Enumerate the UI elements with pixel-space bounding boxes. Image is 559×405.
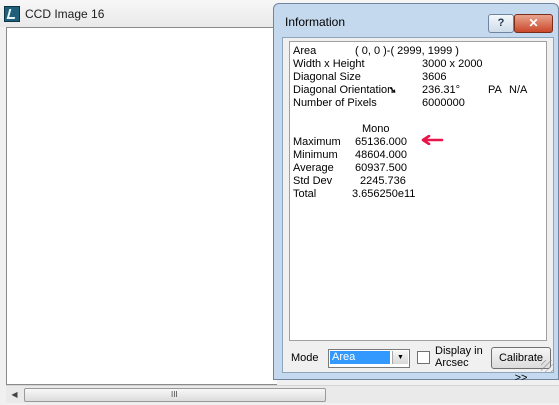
pixels-row: Number of Pixels 6000000 <box>290 97 546 110</box>
size-label: Width x Height <box>293 58 365 70</box>
resize-grip-icon[interactable] <box>541 360 553 372</box>
size-value: 3000 x 2000 <box>422 58 483 70</box>
pa-value: N/A <box>509 84 528 96</box>
diagonal-label: Diagonal Size <box>293 71 361 83</box>
scrollbar-thumb[interactable]: III <box>24 388 326 402</box>
chevron-down-icon[interactable]: ▼ <box>392 351 408 364</box>
information-panel: Area ( 0, 0 )-( 2999, 1999 ) Width x Hei… <box>289 41 547 341</box>
size-row: Width x Height 3000 x 2000 <box>290 58 546 71</box>
information-titlebar[interactable]: Information ? ✕ <box>274 4 558 34</box>
ccd-window-title: CCD Image 16 <box>25 7 105 21</box>
scroll-left-arrow-icon[interactable]: ◀ <box>6 386 23 403</box>
scrollbar-grip-icon: III <box>171 390 178 399</box>
arcsec-checkbox[interactable] <box>417 351 430 364</box>
stddev-value: 2245.736 <box>360 175 406 187</box>
diagonal-row: Diagonal Size 3606 <box>290 71 546 84</box>
total-row: Total 3.656250e11 <box>290 188 546 201</box>
orientation-label: Diagonal Orientation <box>293 84 394 96</box>
average-label: Average <box>293 162 334 174</box>
orientation-arrow-icon: ➘ <box>389 85 397 95</box>
stddev-label: Std Dev <box>293 175 333 187</box>
help-button[interactable]: ? <box>488 14 514 33</box>
total-label: Total <box>293 188 317 200</box>
image-canvas[interactable] <box>6 27 277 385</box>
mode-selected-value[interactable]: Area <box>330 351 390 364</box>
stddev-row: Std Dev 2245.736 <box>290 175 546 188</box>
information-title: Information <box>285 15 346 29</box>
pixels-label: Number of Pixels <box>293 97 377 109</box>
diagonal-value: 3606 <box>422 71 447 83</box>
total-value: 3.656250e11 <box>352 188 416 200</box>
pa-label: PA <box>488 84 502 96</box>
maximum-label: Maximum <box>293 136 341 148</box>
minimum-value: 48604.000 <box>355 149 407 161</box>
area-label: Area <box>293 45 317 57</box>
pixels-value: 6000000 <box>422 97 465 109</box>
stats-channel-heading: Mono <box>362 123 390 135</box>
maximum-value: 65136.000 <box>355 136 407 148</box>
horizontal-scrollbar[interactable]: ◀ III <box>6 385 559 403</box>
information-window: Information ? ✕ Area ( 0, 0 )-( 2999, 19… <box>273 3 559 384</box>
information-client-area: Area ( 0, 0 )-( 2999, 1999 ) Width x Hei… <box>282 37 554 384</box>
mode-label: Mode <box>291 352 319 364</box>
close-button[interactable]: ✕ <box>514 14 553 33</box>
average-value: 60937.500 <box>355 162 407 174</box>
annotation-arrow-icon <box>421 135 444 145</box>
annotation-arrow-shape <box>421 135 444 145</box>
orientation-value: 236.31° <box>422 84 461 96</box>
orientation-row: Diagonal Orientation ➘ 236.31° PA N/A <box>290 84 546 97</box>
average-row: Average 60937.500 <box>290 162 546 175</box>
minimum-row: Minimum 48604.000 <box>290 149 546 162</box>
arcsec-label[interactable]: Display in Arcsec <box>435 345 485 369</box>
mode-select[interactable]: Area ▼ <box>328 349 410 368</box>
ccd-app-icon <box>4 6 20 22</box>
area-row: Area ( 0, 0 )-( 2999, 1999 ) <box>290 45 546 58</box>
area-value: ( 0, 0 )-( 2999, 1999 ) <box>355 45 459 57</box>
minimum-label: Minimum <box>293 149 338 161</box>
